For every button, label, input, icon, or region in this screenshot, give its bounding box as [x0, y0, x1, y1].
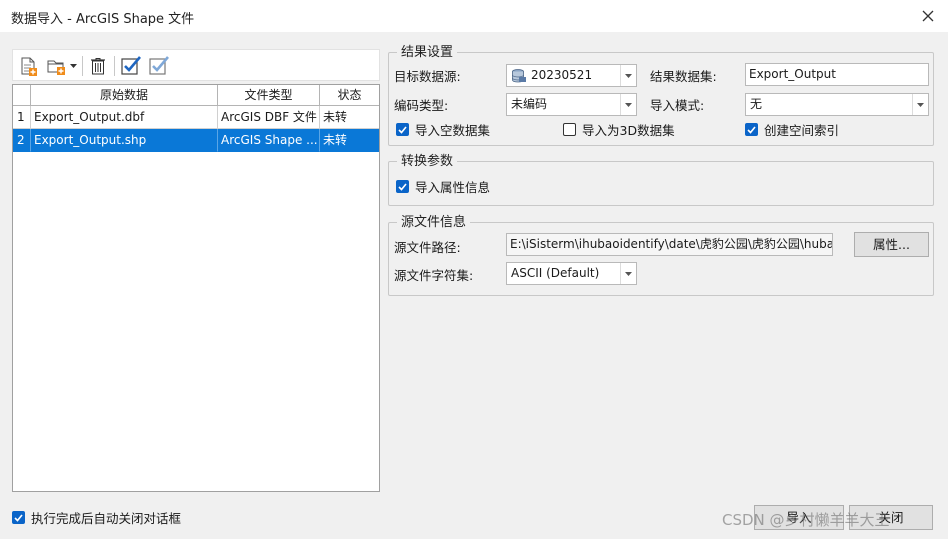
- dropdown-arrow-icon: [620, 65, 636, 86]
- header-index: [13, 85, 31, 106]
- table-row-selected[interactable]: 2 Export_Output.shp ArcGIS Shape ... 未转: [13, 129, 379, 152]
- target-datasource-label: 目标数据源:: [394, 69, 461, 84]
- row-index: 1: [13, 106, 31, 129]
- create-spatial-index-checkbox[interactable]: 创建空间索引: [745, 120, 839, 139]
- checkbox-checked-icon: [396, 123, 409, 136]
- csdn-watermark: CSDN @乡村懒羊羊大王: [722, 511, 890, 529]
- row-index: 2: [13, 129, 31, 152]
- row-file-type: ArcGIS Shape ...: [218, 129, 320, 152]
- title-bar: 数据导入 - ArcGIS Shape 文件: [0, 0, 948, 32]
- row-source-name: Export_Output.shp: [31, 129, 218, 152]
- import-as-3d-checkbox[interactable]: 导入为3D数据集: [563, 120, 675, 139]
- source-data-grid: 原始数据 文件类型 状态 1 Export_Output.dbf ArcGIS …: [12, 84, 380, 492]
- toolbar-separator: [114, 56, 115, 76]
- create-spatial-index-label: 创建空间索引: [764, 123, 840, 138]
- auto-close-label: 执行完成后自动关闭对话框: [31, 511, 182, 526]
- source-info-title: 源文件信息: [397, 215, 471, 230]
- header-status[interactable]: 状态: [320, 85, 379, 106]
- auto-close-checkbox[interactable]: 执行完成后自动关闭对话框: [12, 508, 181, 527]
- delete-button[interactable]: [86, 54, 110, 78]
- toolbar-separator: [82, 56, 83, 76]
- check-all-button[interactable]: [119, 54, 143, 78]
- source-charset-combo[interactable]: ASCII (Default): [506, 262, 637, 285]
- add-file-button[interactable]: [16, 54, 40, 78]
- source-charset-value: ASCII (Default): [511, 266, 600, 280]
- import-attributes-label: 导入属性信息: [415, 180, 491, 195]
- delete-icon: [91, 58, 105, 75]
- header-file-type[interactable]: 文件类型: [218, 85, 320, 106]
- data-toolbar: [12, 49, 380, 81]
- check-all-icon: [121, 56, 141, 75]
- import-mode-combo[interactable]: 无: [745, 93, 929, 116]
- row-status: 未转: [320, 129, 379, 152]
- properties-button[interactable]: 属性...: [854, 232, 929, 257]
- target-datasource-combo[interactable]: 20230521: [506, 64, 637, 87]
- add-folder-icon: [47, 60, 65, 75]
- check-selected-button[interactable]: [147, 54, 171, 78]
- import-mode-label: 导入模式:: [650, 98, 705, 113]
- add-folder-dropdown[interactable]: [69, 54, 77, 78]
- import-empty-dataset-label: 导入空数据集: [415, 123, 491, 138]
- import-mode-value: 无: [750, 97, 763, 111]
- dropdown-arrow-icon: [912, 94, 928, 115]
- checkbox-checked-icon: [396, 180, 409, 193]
- dropdown-arrow-icon: [620, 94, 636, 115]
- close-icon: [922, 10, 934, 22]
- dropdown-arrow-icon: [69, 64, 77, 68]
- convert-params-title: 转换参数: [397, 154, 458, 169]
- database-icon: [512, 69, 526, 83]
- target-datasource-value: 20230521: [531, 68, 593, 82]
- source-charset-label: 源文件字符集:: [394, 268, 474, 283]
- table-row[interactable]: 1 Export_Output.dbf ArcGIS DBF 文件 未转: [13, 106, 379, 129]
- dropdown-arrow-icon: [620, 263, 636, 284]
- header-source-data[interactable]: 原始数据: [31, 85, 218, 106]
- import-as-3d-label: 导入为3D数据集: [582, 123, 675, 138]
- add-file-icon: [21, 57, 37, 76]
- encoding-type-value: 未编码: [511, 97, 548, 111]
- import-attributes-checkbox[interactable]: 导入属性信息: [396, 177, 490, 196]
- row-file-type: ArcGIS DBF 文件: [218, 106, 320, 129]
- close-button[interactable]: [912, 3, 944, 29]
- result-dataset-label: 结果数据集:: [650, 69, 717, 84]
- checkbox-unchecked-icon: [563, 123, 576, 136]
- source-path-label: 源文件路径:: [394, 240, 461, 255]
- source-path-field[interactable]: E:\iSisterm\ihubaoidentify\date\虎豹公园\虎豹公…: [506, 233, 833, 256]
- import-empty-dataset-checkbox[interactable]: 导入空数据集: [396, 120, 490, 139]
- row-status: 未转: [320, 106, 379, 129]
- encoding-type-combo[interactable]: 未编码: [506, 93, 637, 116]
- encoding-type-label: 编码类型:: [394, 98, 449, 113]
- row-source-name: Export_Output.dbf: [31, 106, 218, 129]
- checkbox-checked-icon: [745, 123, 758, 136]
- result-dataset-field[interactable]: Export_Output: [745, 63, 929, 86]
- window-title: 数据导入 - ArcGIS Shape 文件: [11, 12, 195, 27]
- checkbox-checked-icon: [12, 511, 25, 524]
- check-selected-icon: [149, 56, 169, 75]
- grid-header: 原始数据 文件类型 状态: [13, 85, 379, 106]
- add-folder-button[interactable]: [43, 54, 69, 78]
- result-settings-title: 结果设置: [397, 45, 458, 60]
